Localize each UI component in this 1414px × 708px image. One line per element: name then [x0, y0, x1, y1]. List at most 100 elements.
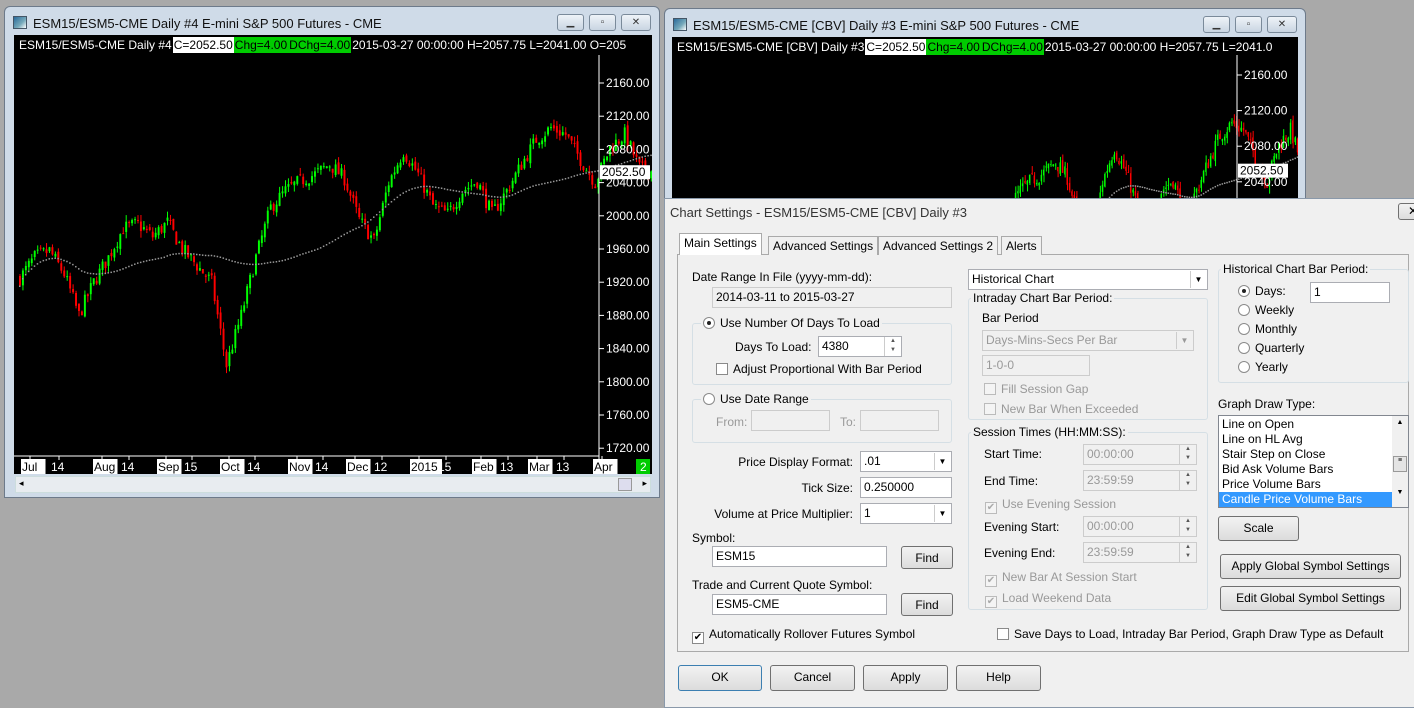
tick-size-input[interactable]: 0.250000	[860, 477, 952, 498]
candle	[1114, 155, 1115, 160]
to-input[interactable]	[860, 410, 939, 431]
period-radio-quarterly[interactable]: Quarterly	[1238, 341, 1304, 355]
candle	[577, 141, 579, 153]
scroll-left-icon[interactable]: ◂	[19, 478, 24, 489]
maximize-button[interactable]: ▫	[1235, 16, 1262, 33]
apply-global-settings-button[interactable]: Apply Global Symbol Settings	[1220, 554, 1401, 579]
use-days-radio[interactable]: Use Number Of Days To Load	[701, 316, 882, 330]
minimize-button[interactable]: ▁	[1203, 16, 1230, 33]
use-evening-checkbox[interactable]: ✔Use Evening Session	[985, 497, 1116, 514]
moving-average-point	[426, 186, 428, 188]
chart-type-select[interactable]: Historical Chart▼	[968, 269, 1208, 290]
moving-average-point	[119, 269, 121, 271]
bar-period-input[interactable]: 1-0-0	[982, 355, 1090, 376]
from-input[interactable]	[751, 410, 830, 431]
list-item[interactable]: Price Volume Bars	[1219, 477, 1392, 492]
period-radio-days[interactable]: Days:	[1238, 284, 1286, 298]
new-bar-session-checkbox[interactable]: ✔New Bar At Session Start	[985, 570, 1137, 587]
scroll-right-icon[interactable]: ▸	[642, 478, 647, 489]
symbol-input[interactable]: ESM15	[712, 546, 887, 567]
candle	[565, 132, 567, 134]
quote-symbol-input[interactable]: ESM5-CME	[712, 594, 887, 615]
candle	[75, 293, 77, 306]
days-input[interactable]: 4380▲▼	[818, 336, 902, 357]
moving-average-point	[211, 255, 213, 257]
save-default-checkbox[interactable]: Save Days to Load, Intraday Bar Period, …	[997, 627, 1383, 641]
end-time-input[interactable]: 23:59:59▲▼	[1083, 470, 1197, 491]
candle	[397, 165, 399, 173]
fill-gap-checkbox[interactable]: Fill Session Gap	[984, 382, 1088, 396]
candle	[1052, 164, 1053, 166]
evening-start-input[interactable]: 00:00:00▲▼	[1083, 516, 1197, 537]
y-tick-label: 2080.00	[606, 142, 650, 156]
to-label: To:	[840, 415, 856, 429]
use-date-range-radio[interactable]: Use Date Range	[701, 392, 811, 406]
candle	[276, 205, 278, 213]
moving-average-point	[364, 223, 366, 225]
moving-average-point	[181, 253, 183, 255]
candle	[426, 190, 428, 193]
candle	[134, 219, 136, 220]
period-radio-weekly[interactable]: Weekly	[1238, 303, 1294, 317]
cancel-button[interactable]: Cancel	[770, 665, 855, 691]
list-item[interactable]: Line on HL Avg	[1219, 432, 1392, 447]
maximize-button[interactable]: ▫	[589, 14, 616, 31]
scale-button[interactable]: Scale	[1218, 516, 1299, 541]
days-period-input[interactable]: 1	[1310, 282, 1390, 303]
find-symbol-button[interactable]: Find	[901, 546, 953, 569]
chevron-down-icon: ▼	[1190, 271, 1206, 288]
candle	[488, 201, 490, 211]
horizontal-scrollbar[interactable]: ◂ ▸	[15, 476, 651, 493]
list-item[interactable]: Bid Ask Volume Bars	[1219, 462, 1392, 477]
chart-area[interactable]: ESM15/ESM5-CME Daily #4C=2052.50Chg=4.00…	[14, 35, 652, 474]
scroll-thumb[interactable]	[618, 478, 632, 491]
tab-main-settings[interactable]: Main Settings	[679, 233, 762, 255]
dialog-close-button[interactable]: ✕	[1398, 203, 1414, 220]
bar-period-select[interactable]: Days-Mins-Secs Per Bar▼	[982, 330, 1194, 351]
start-time-input[interactable]: 00:00:00▲▼	[1083, 444, 1197, 465]
tab-advanced-settings-2[interactable]: Advanced Settings 2	[878, 236, 998, 255]
chart-area[interactable]: ESM15/ESM5-CME [CBV] Daily #3C=2052.50Ch…	[672, 37, 1298, 209]
vap-select[interactable]: 1▼	[860, 503, 952, 524]
ok-button[interactable]: OK	[678, 665, 762, 691]
moving-average-point	[1231, 180, 1233, 182]
days-spinner[interactable]: ▲▼	[884, 337, 901, 356]
new-bar-exceeded-checkbox[interactable]: New Bar When Exceeded	[984, 402, 1138, 416]
moving-average-point	[341, 236, 343, 238]
spinner[interactable]: ▲▼	[1179, 543, 1196, 562]
load-weekend-checkbox[interactable]: ✔Load Weekend Data	[985, 591, 1111, 608]
spinner[interactable]: ▲▼	[1179, 517, 1196, 536]
moving-average-point	[49, 258, 51, 260]
list-item[interactable]: Line on Open	[1219, 417, 1392, 432]
moving-average-point	[1111, 194, 1113, 196]
edit-global-settings-button[interactable]: Edit Global Symbol Settings	[1220, 586, 1401, 611]
adjust-checkbox[interactable]: Adjust Proportional With Bar Period	[716, 362, 922, 376]
list-item[interactable]: Stair Step on Close	[1219, 447, 1392, 462]
tab-advanced-settings[interactable]: Advanced Settings	[768, 236, 878, 255]
candle	[1294, 137, 1295, 142]
apply-button[interactable]: Apply	[863, 665, 948, 691]
moving-average-point	[228, 259, 230, 261]
close-button[interactable]: ✕	[621, 14, 651, 31]
draw-type-listbox[interactable]: Line on Open Line on HL Avg Stair Step o…	[1218, 415, 1409, 508]
candle	[1020, 186, 1021, 193]
candle	[140, 222, 142, 232]
candle	[1071, 191, 1072, 195]
tab-alerts[interactable]: Alerts	[1001, 236, 1042, 255]
listbox-scrollbar[interactable]: ▲≡▼	[1392, 416, 1408, 507]
tick-size-label: Tick Size:	[801, 481, 853, 495]
close-button[interactable]: ✕	[1267, 16, 1297, 33]
rollover-checkbox[interactable]: ✔Automatically Rollover Futures Symbol	[692, 627, 915, 644]
period-radio-monthly[interactable]: Monthly	[1238, 322, 1297, 336]
period-radio-yearly[interactable]: Yearly	[1238, 360, 1288, 374]
find-quote-button[interactable]: Find	[901, 593, 953, 616]
evening-end-input[interactable]: 23:59:59▲▼	[1083, 542, 1197, 563]
candle	[429, 191, 431, 195]
minimize-button[interactable]: ▁	[557, 14, 584, 31]
candle	[388, 185, 390, 192]
help-button[interactable]: Help	[956, 665, 1041, 691]
spinner[interactable]: ▲▼	[1179, 471, 1196, 490]
spinner[interactable]: ▲▼	[1179, 445, 1196, 464]
price-format-select[interactable]: .01▼	[860, 451, 952, 472]
list-item-selected[interactable]: Candle Price Volume Bars	[1219, 492, 1392, 507]
